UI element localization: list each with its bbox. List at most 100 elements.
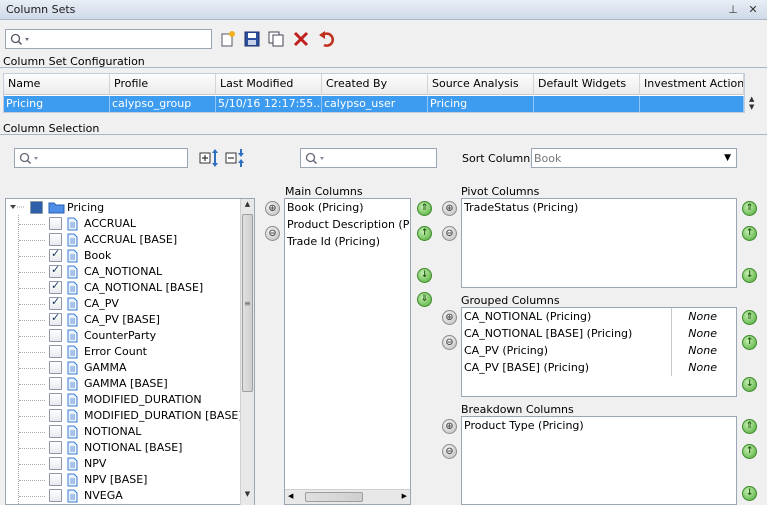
grouped-move-top-button[interactable]: ⇑ bbox=[742, 310, 757, 325]
tree-item-label[interactable]: NPV [BASE] bbox=[84, 472, 147, 488]
col-header-source-analysis[interactable]: Source Analysis bbox=[428, 74, 534, 95]
col-header-created-by[interactable]: Created By bbox=[322, 74, 428, 95]
main-hscrollbar[interactable]: ◀ ▶ bbox=[285, 489, 410, 504]
tree-item-label[interactable]: Book bbox=[84, 248, 111, 264]
tree-item-checkbox[interactable] bbox=[49, 329, 62, 342]
sort-column-select[interactable]: Book ▼ bbox=[531, 148, 737, 168]
aggregation-cell[interactable]: None bbox=[677, 360, 717, 376]
tree-item-checkbox[interactable] bbox=[49, 361, 62, 374]
tree-item-checkbox[interactable] bbox=[49, 393, 62, 406]
main-move-up-button[interactable]: ↑ bbox=[417, 226, 432, 241]
main-hscroll-thumb[interactable] bbox=[305, 492, 363, 502]
tree-item-checkbox[interactable] bbox=[49, 457, 62, 470]
list-item[interactable]: Book (Pricing) bbox=[287, 200, 364, 216]
list-item[interactable]: CA_NOTIONAL [BASE] (Pricing) bbox=[464, 326, 632, 342]
table-row[interactable]: Pricing calypso_group 5/10/16 12:17:55..… bbox=[4, 96, 744, 112]
scroll-up-icon[interactable]: ▲ bbox=[241, 200, 254, 208]
grouped-move-down-button[interactable]: ↓ bbox=[742, 377, 757, 392]
tree-item-label[interactable]: NVEGA bbox=[84, 488, 123, 504]
copy-icon[interactable] bbox=[267, 30, 285, 48]
grouped-move-up-button[interactable]: ↑ bbox=[742, 335, 757, 350]
tree-item-label[interactable]: ACCRUAL bbox=[84, 216, 136, 232]
tree-expander-icon[interactable] bbox=[8, 202, 24, 212]
scroll-right-icon[interactable]: ▶ bbox=[402, 492, 407, 500]
save-icon[interactable] bbox=[243, 30, 261, 48]
tree-item-checkbox[interactable] bbox=[49, 441, 62, 454]
scroll-down-icon[interactable]: ▼ bbox=[241, 490, 254, 498]
main-columns-search-input[interactable] bbox=[327, 150, 434, 166]
add-grouped-button[interactable]: ⊕ bbox=[442, 310, 457, 325]
tree-item-label[interactable]: CA_NOTIONAL bbox=[84, 264, 162, 280]
list-item[interactable]: CA_PV [BASE] (Pricing) bbox=[464, 360, 589, 376]
delete-icon[interactable] bbox=[292, 30, 310, 48]
tree-item-checkbox[interactable] bbox=[49, 263, 62, 278]
tree-item-label[interactable]: GAMMA bbox=[84, 360, 127, 376]
tree-item-checkbox[interactable] bbox=[49, 279, 62, 294]
tree-item-label[interactable]: ACCRUAL [BASE] bbox=[84, 232, 177, 248]
aggregation-cell[interactable]: None bbox=[677, 343, 717, 359]
tree-item-label[interactable]: NOTIONAL bbox=[84, 424, 141, 440]
close-icon[interactable]: ✕ bbox=[746, 3, 760, 17]
tree-search-input[interactable] bbox=[41, 150, 185, 166]
tree-scrollbar[interactable]: ▲ ≡ ▼ bbox=[240, 199, 254, 505]
list-item[interactable]: CA_PV (Pricing) bbox=[464, 343, 548, 359]
col-header-name[interactable]: Name bbox=[4, 74, 110, 95]
tree-item-checkbox[interactable] bbox=[49, 473, 62, 486]
undo-icon[interactable] bbox=[318, 30, 336, 48]
remove-main-button[interactable]: ⊖ bbox=[265, 226, 280, 241]
pin-icon[interactable]: ⊥ bbox=[726, 3, 740, 17]
tree-item-checkbox[interactable] bbox=[49, 377, 62, 390]
add-main-button[interactable]: ⊕ bbox=[265, 201, 280, 216]
remove-breakdown-button[interactable]: ⊖ bbox=[442, 444, 457, 459]
add-breakdown-button[interactable]: ⊕ bbox=[442, 419, 457, 434]
list-item[interactable]: TradeStatus (Pricing) bbox=[464, 200, 578, 216]
aggregation-cell[interactable]: None bbox=[677, 309, 717, 325]
main-move-top-button[interactable]: ⇑ bbox=[417, 201, 432, 216]
main-columns-search[interactable] bbox=[300, 148, 437, 168]
breakdown-move-top-button[interactable]: ⇑ bbox=[742, 419, 757, 434]
col-header-default-widgets[interactable]: Default Widgets bbox=[534, 74, 640, 95]
tree-search[interactable] bbox=[14, 148, 188, 168]
aggregation-cell[interactable]: None bbox=[677, 326, 717, 342]
tree-item-checkbox[interactable] bbox=[49, 311, 62, 326]
tree-item-label[interactable]: CA_PV bbox=[84, 296, 119, 312]
tree-item-checkbox[interactable] bbox=[49, 295, 62, 310]
tree-item-checkbox[interactable] bbox=[49, 217, 62, 230]
pivot-move-down-button[interactable]: ↓ bbox=[742, 268, 757, 283]
main-move-bottom-button[interactable]: ⇓ bbox=[417, 292, 432, 307]
tree-item-checkbox[interactable] bbox=[49, 489, 62, 502]
pivot-move-top-button[interactable]: ⇑ bbox=[742, 201, 757, 216]
collapse-all-icon[interactable] bbox=[225, 148, 247, 168]
column-set-search-input[interactable] bbox=[32, 31, 209, 47]
tree-item-checkbox[interactable] bbox=[49, 409, 62, 422]
root-checkbox[interactable] bbox=[30, 201, 43, 214]
tree-item-label[interactable]: CA_PV [BASE] bbox=[84, 312, 160, 328]
list-item[interactable]: Trade Id (Pricing) bbox=[287, 234, 380, 250]
tree-item-label[interactable]: NPV bbox=[84, 456, 106, 472]
breakdown-move-down-button[interactable]: ↓ bbox=[742, 486, 757, 501]
tree-item-checkbox[interactable] bbox=[49, 233, 62, 246]
tree-item-checkbox[interactable] bbox=[49, 247, 62, 262]
column-set-search[interactable] bbox=[5, 29, 212, 49]
main-move-down-button[interactable]: ↓ bbox=[417, 268, 432, 283]
tree-item-label[interactable]: NOTIONAL [BASE] bbox=[84, 440, 182, 456]
table-scroll-arrows[interactable]: ▲ ▼ bbox=[749, 95, 759, 111]
add-pivot-button[interactable]: ⊕ bbox=[442, 201, 457, 216]
col-header-profile[interactable]: Profile bbox=[110, 74, 216, 95]
tree-item-checkbox[interactable] bbox=[49, 345, 62, 358]
new-icon[interactable] bbox=[219, 30, 237, 48]
tree-item-checkbox[interactable] bbox=[49, 425, 62, 438]
list-item[interactable]: CA_NOTIONAL (Pricing) bbox=[464, 309, 591, 325]
list-item[interactable]: Product Type (Pricing) bbox=[464, 418, 584, 434]
pivot-move-up-button[interactable]: ↑ bbox=[742, 226, 757, 241]
tree-item-label[interactable]: MODIFIED_DURATION [BASE] bbox=[84, 408, 243, 424]
tree-item-label[interactable]: CA_NOTIONAL [BASE] bbox=[84, 280, 203, 296]
tree-root-label[interactable]: Pricing bbox=[67, 200, 104, 216]
col-header-last-modified[interactable]: Last Modified bbox=[216, 74, 322, 95]
breakdown-move-up-button[interactable]: ↑ bbox=[742, 444, 757, 459]
col-header-investment-actions[interactable]: Investment Actions bbox=[640, 74, 744, 95]
expand-all-icon[interactable] bbox=[199, 148, 221, 168]
remove-grouped-button[interactable]: ⊖ bbox=[442, 335, 457, 350]
list-item[interactable]: Product Description (Pricing) bbox=[287, 217, 410, 233]
remove-pivot-button[interactable]: ⊖ bbox=[442, 226, 457, 241]
